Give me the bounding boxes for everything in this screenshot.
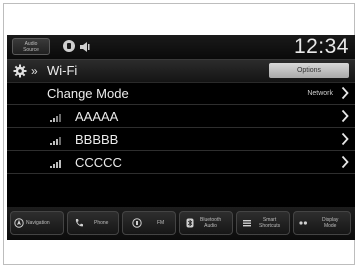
bluetooth-audio-label: Bluetooth Audio: [200, 217, 221, 229]
clock: 12:34: [293, 35, 349, 58]
chevron-right-icon: [341, 86, 349, 100]
chevron-right-icon: [341, 155, 349, 169]
status-bar: Audio Source 12:34: [7, 35, 355, 60]
network-ssid: CCCCC: [75, 155, 122, 170]
bluetooth-audio-button[interactable]: Bluetooth Audio: [179, 211, 233, 235]
network-row-2[interactable]: BBBBB: [7, 129, 355, 151]
chevron-right-icon: [341, 109, 349, 123]
change-mode-value: Network: [307, 90, 333, 97]
wifi-signal-icon: [50, 137, 61, 145]
navigation-icon: [14, 218, 24, 228]
smart-shortcuts-label: Smart Shortcuts: [259, 217, 280, 229]
navigation-label: Navigation: [26, 220, 50, 226]
network-ssid: BBBBB: [75, 132, 119, 147]
phone-button[interactable]: Phone: [67, 211, 119, 235]
audio-source-label-line2: Source: [23, 47, 39, 53]
display-mode-label: Display Mode: [322, 217, 338, 229]
audio-source-button[interactable]: Audio Source: [12, 38, 50, 55]
smart-shortcuts-button[interactable]: Smart Shortcuts: [236, 211, 290, 235]
title-bar: » Wi-Fi Options: [7, 60, 355, 83]
change-mode-row[interactable]: Change Mode Network: [7, 83, 355, 105]
bottom-shortcut-bar: Navigation Phone FM Bluetooth Audio Smar…: [7, 207, 355, 240]
smart-shortcuts-icon: [243, 220, 251, 227]
gear-icon: [13, 64, 27, 78]
options-button[interactable]: Options: [269, 63, 349, 78]
phone-icon: [75, 219, 83, 227]
display-mode-label-line2: Mode: [323, 223, 337, 229]
network-row-1[interactable]: AAAAA: [7, 106, 355, 128]
display-mode-button[interactable]: Display Mode: [293, 211, 351, 235]
volume-icon: [80, 42, 90, 52]
display-mode-icon: [299, 221, 307, 225]
network-row-3[interactable]: CCCCC: [7, 152, 355, 174]
fm-button[interactable]: FM: [122, 211, 176, 235]
fm-label: FM: [157, 220, 165, 226]
navigation-button[interactable]: Navigation: [10, 211, 64, 235]
wifi-signal-icon: [50, 114, 61, 122]
change-mode-label: Change Mode: [47, 86, 129, 101]
infotainment-screen: Audio Source 12:34 » Wi-Fi Options Chang…: [7, 35, 355, 240]
bluetooth-icon: [186, 218, 194, 228]
phone-label: Phone: [94, 220, 109, 226]
wifi-signal-icon: [50, 160, 61, 168]
bluetooth-audio-label-line2: Audio: [204, 223, 217, 229]
chevron-right-icon: [341, 132, 349, 146]
network-ssid: AAAAA: [75, 109, 119, 124]
page-title: Wi-Fi: [47, 63, 78, 78]
radio-icon: [132, 218, 142, 228]
smart-shortcuts-label-line2: Shortcuts: [259, 223, 281, 229]
device-status-icon: [63, 40, 75, 52]
breadcrumb-arrow-icon: »: [31, 64, 38, 78]
